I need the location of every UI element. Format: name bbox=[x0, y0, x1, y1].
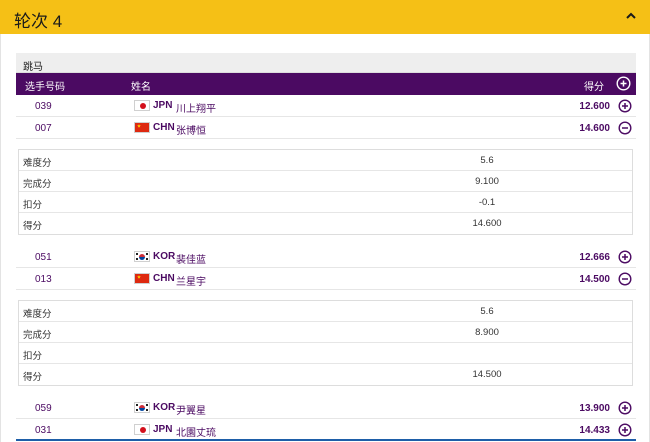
column-header-score: 得分 bbox=[584, 82, 604, 93]
breakdown-value: 8.900 bbox=[475, 327, 499, 338]
breakdown-label: 扣分 bbox=[23, 200, 43, 211]
kor-flag-icon bbox=[134, 402, 150, 413]
breakdown-row: 扣分 -0.1 bbox=[19, 192, 632, 213]
score-breakdown: 难度分 5.6 完成分 9.100 扣分 -0.1 得分 14.600 bbox=[18, 149, 633, 235]
athlete-score: 13.900 bbox=[579, 403, 610, 414]
athlete-name: 尹翼星 bbox=[176, 406, 206, 417]
breakdown-value: 5.6 bbox=[480, 306, 494, 317]
breakdown-row: 扣分 bbox=[19, 343, 632, 364]
apparatus-label: 跳马 bbox=[16, 53, 636, 73]
bib-number: 031 bbox=[35, 425, 52, 436]
athlete-name: 川上翔平 bbox=[176, 104, 216, 115]
athlete-country: KOR bbox=[153, 251, 176, 262]
plus-circle-icon[interactable] bbox=[618, 401, 632, 415]
breakdown-label: 难度分 bbox=[23, 309, 52, 320]
athlete-score: 14.433 bbox=[579, 425, 610, 436]
breakdown-label: 扣分 bbox=[23, 351, 43, 362]
table-row[interactable]: 031 JPN 北園丈琉 14.433 bbox=[16, 419, 636, 441]
athlete-country: JPN bbox=[153, 424, 173, 435]
breakdown-label: 得分 bbox=[23, 372, 43, 383]
athlete-name: 兰星宇 bbox=[176, 277, 206, 288]
athlete-name: 裴佳蓝 bbox=[176, 255, 206, 266]
chn-flag-icon bbox=[134, 122, 150, 133]
athlete-country: CHN bbox=[153, 122, 175, 133]
results-table-header: 选手号码 姓名 得分 bbox=[16, 73, 636, 95]
athlete-name: 北園丈琉 bbox=[176, 428, 216, 439]
breakdown-row: 完成分 8.900 bbox=[19, 322, 632, 343]
chevron-up-icon[interactable] bbox=[624, 9, 638, 23]
breakdown-label: 得分 bbox=[23, 221, 43, 232]
round-header[interactable]: 轮次 4 bbox=[0, 0, 650, 34]
minus-circle-icon[interactable] bbox=[618, 121, 632, 135]
column-header-bib: 选手号码 bbox=[25, 82, 65, 93]
athlete-name: 张博恒 bbox=[176, 126, 206, 137]
bib-number: 059 bbox=[35, 403, 52, 414]
column-header-name: 姓名 bbox=[131, 82, 151, 93]
breakdown-label: 难度分 bbox=[23, 158, 52, 169]
breakdown-value: -0.1 bbox=[478, 197, 496, 208]
breakdown-value: 14.500 bbox=[472, 369, 502, 380]
round-title: 轮次 4 bbox=[14, 12, 63, 31]
breakdown-value: 14.600 bbox=[472, 218, 502, 229]
table-row[interactable]: 039 JPN 川上翔平 12.600 bbox=[16, 95, 636, 117]
breakdown-row: 得分 14.500 bbox=[19, 364, 632, 385]
breakdown-value: 5.6 bbox=[480, 155, 494, 166]
athlete-country: JPN bbox=[153, 100, 173, 111]
score-breakdown: 难度分 5.6 完成分 8.900 扣分 得分 14.500 bbox=[18, 300, 633, 386]
athlete-score: 12.600 bbox=[579, 101, 610, 112]
breakdown-label: 完成分 bbox=[23, 179, 52, 190]
breakdown-row: 得分 14.600 bbox=[19, 213, 632, 234]
breakdown-value: 9.100 bbox=[475, 176, 499, 187]
minus-circle-icon[interactable] bbox=[618, 272, 632, 286]
expand-all-icon[interactable] bbox=[616, 76, 631, 91]
athlete-score: 14.600 bbox=[579, 123, 610, 134]
jpn-flag-icon bbox=[134, 100, 150, 111]
table-row[interactable]: 013 CHN 兰星宇 14.500 bbox=[16, 268, 636, 290]
table-row[interactable]: 059 KOR 尹翼星 13.900 bbox=[16, 397, 636, 419]
athlete-country: CHN bbox=[153, 273, 175, 284]
table-row[interactable]: 007 CHN 张博恒 14.600 bbox=[16, 117, 636, 139]
table-row[interactable]: 051 KOR 裴佳蓝 12.666 bbox=[16, 246, 636, 268]
breakdown-row: 难度分 5.6 bbox=[19, 301, 632, 322]
athlete-country: KOR bbox=[153, 402, 176, 413]
bib-number: 007 bbox=[35, 123, 52, 134]
bib-number: 013 bbox=[35, 274, 52, 285]
breakdown-label: 完成分 bbox=[23, 330, 52, 341]
plus-circle-icon[interactable] bbox=[618, 99, 632, 113]
bib-number: 051 bbox=[35, 252, 52, 263]
breakdown-row: 完成分 9.100 bbox=[19, 171, 632, 192]
bib-number: 039 bbox=[35, 101, 52, 112]
chn-flag-icon bbox=[134, 273, 150, 284]
breakdown-row: 难度分 5.6 bbox=[19, 150, 632, 171]
plus-circle-icon[interactable] bbox=[618, 250, 632, 264]
jpn-flag-icon bbox=[134, 424, 150, 435]
plus-circle-icon[interactable] bbox=[618, 423, 632, 437]
athlete-score: 12.666 bbox=[579, 252, 610, 263]
apparatus-name: 跳马 bbox=[23, 62, 43, 73]
kor-flag-icon bbox=[134, 251, 150, 262]
athlete-score: 14.500 bbox=[579, 274, 610, 285]
